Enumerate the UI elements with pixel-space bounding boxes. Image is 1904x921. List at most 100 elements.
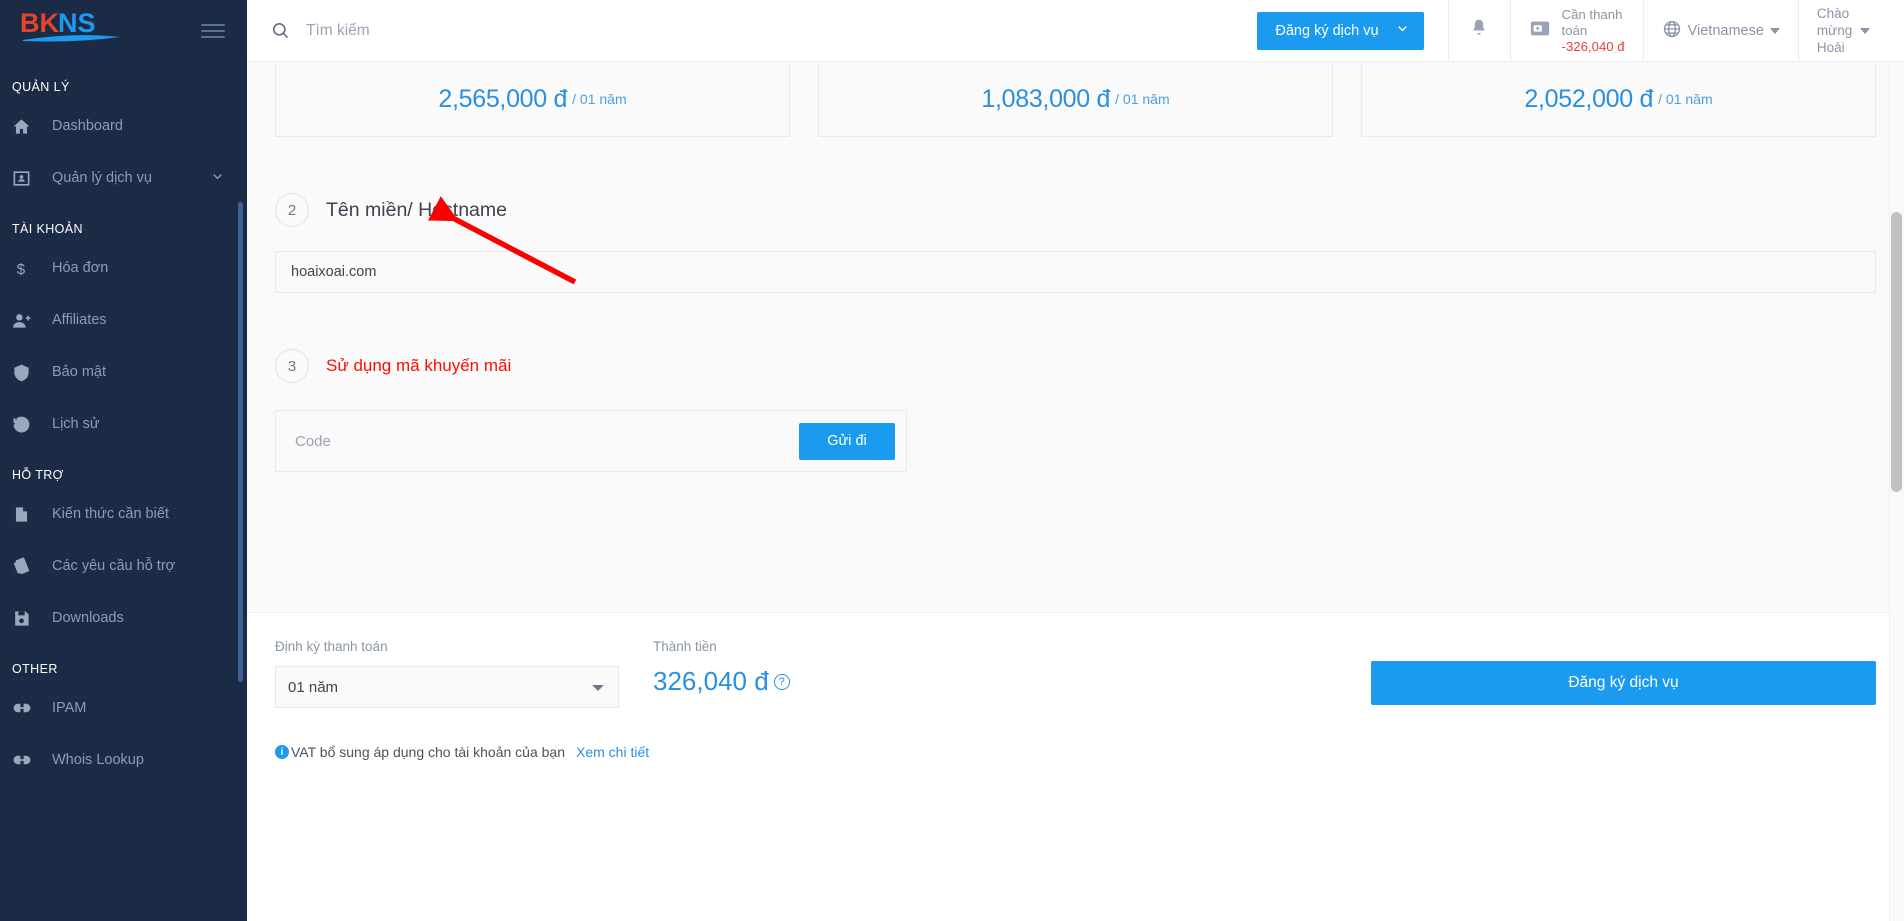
- chevron-down-icon[interactable]: [210, 169, 225, 188]
- info-icon: i: [275, 745, 289, 759]
- search-icon[interactable]: [271, 21, 290, 40]
- sidebar-item-affiliates[interactable]: Affiliates: [0, 294, 247, 346]
- sidebar-scrollbar-track[interactable]: [238, 62, 245, 682]
- link-icon: [12, 750, 52, 770]
- sidebar-item-whois-lookup[interactable]: Whois Lookup: [0, 734, 247, 786]
- submit-column: Đăng ký dịch vụ: [1033, 639, 1876, 705]
- price-period: / 01 năm: [1658, 91, 1713, 107]
- bell-icon: [1469, 18, 1489, 43]
- greeting-line-2: mừng: [1816, 23, 1853, 38]
- main-area: Đăng ký dịch vụ Cần thanh toán -326,040 …: [247, 0, 1904, 921]
- total-amount: 326,040 đ: [653, 666, 769, 696]
- sidebar-item-downloads[interactable]: Downloads: [0, 592, 247, 644]
- caret-down-icon: [1860, 28, 1870, 35]
- sidebar-item-label: Affiliates: [52, 312, 107, 328]
- user-greeting-text: Chào mừng Hoài: [1817, 5, 1870, 56]
- notifications-button[interactable]: [1447, 0, 1510, 61]
- sidebar-item-kien-thuc-can-biet[interactable]: Kiến thức cần biết: [0, 488, 247, 540]
- payment-due-text: Cần thanh toán -326,040 đ: [1562, 7, 1625, 55]
- page-scrollbar-thumb[interactable]: [1891, 212, 1902, 492]
- billing-term-select[interactable]: 01 năm: [275, 666, 619, 708]
- submit-order-button[interactable]: Đăng ký dịch vụ: [1371, 661, 1876, 705]
- sidebar-item-label: Hóa đơn: [52, 260, 109, 276]
- search-container: [247, 0, 1257, 61]
- sidebar-item-hoa-don[interactable]: $ Hóa đơn: [0, 242, 247, 294]
- dollar-icon: $: [12, 259, 52, 278]
- sidebar-item-label: IPAM: [52, 700, 87, 716]
- language-label: Vietnamese: [1687, 22, 1764, 39]
- chevron-down-icon: [1395, 21, 1410, 40]
- id-card-icon: [12, 169, 52, 188]
- promo-code-submit-button[interactable]: Gửi đi: [799, 422, 895, 460]
- sidebar-item-ipam[interactable]: IPAM: [0, 682, 247, 734]
- sidebar-scrollbar-thumb[interactable]: [238, 202, 243, 682]
- total-column: Thành tiền 326,040 đ ?: [653, 639, 1033, 697]
- step-2-header: 2 Tên miền/ Hostname: [275, 193, 1876, 227]
- shield-icon: [12, 363, 52, 382]
- sidebar-brand-row: BK NS: [0, 0, 247, 62]
- promo-code-input[interactable]: [276, 432, 799, 450]
- sidebar-item-label: Lịch sử: [52, 416, 100, 432]
- payment-due-label-1: Cần thanh: [1561, 6, 1623, 22]
- sidebar-item-cac-yeu-cau-ho-tro[interactable]: Các yêu cầu hỗ trợ: [0, 540, 247, 592]
- search-input[interactable]: [306, 21, 626, 40]
- sidebar-item-label: Bảo mật: [52, 364, 106, 380]
- total-label: Thành tiền: [653, 639, 717, 654]
- app-root: BK NS QUẢN LÝ Dashboard Quản lý dịch vụ …: [0, 0, 1904, 921]
- sidebar-section-title: HỖ TRỢ: [12, 468, 64, 482]
- content-inner: 2,565,000 đ / 01 năm 1,083,000 đ / 01 nă…: [247, 62, 1904, 472]
- price-period: / 01 năm: [572, 91, 627, 107]
- vat-note-row: i VAT bổ sung áp dụng cho tài khoản của …: [275, 744, 1876, 760]
- sidebar-section-title: OTHER: [12, 662, 58, 676]
- price-period: / 01 năm: [1115, 91, 1170, 107]
- step-3-number: 3: [275, 349, 309, 383]
- price-card[interactable]: 2,565,000 đ / 01 năm: [275, 62, 790, 137]
- checkout-grid: Định kỳ thanh toán 01 năm Thành tiền 326…: [275, 639, 1876, 708]
- sidebar-section-title: QUẢN LÝ: [12, 80, 70, 94]
- save-icon: [12, 609, 52, 628]
- sidebar-section-title: TÀI KHOẢN: [12, 222, 83, 236]
- hostname-input[interactable]: [275, 251, 1876, 293]
- page-scrollbar-track[interactable]: [1889, 62, 1904, 921]
- document-icon: [12, 505, 52, 524]
- step-2-title: Tên miền/ Hostname: [326, 198, 507, 221]
- price-card[interactable]: 1,083,000 đ / 01 năm: [818, 62, 1333, 137]
- caret-down-icon: [1769, 27, 1780, 34]
- payment-due-button[interactable]: Cần thanh toán -326,040 đ: [1509, 0, 1643, 61]
- sidebar: BK NS QUẢN LÝ Dashboard Quản lý dịch vụ …: [0, 0, 247, 921]
- billing-term-column: Định kỳ thanh toán 01 năm: [275, 639, 653, 708]
- ticket-icon: [12, 556, 52, 576]
- sidebar-item-label: Dashboard: [52, 118, 123, 134]
- svg-text:$: $: [17, 261, 26, 278]
- billing-term-label: Định kỳ thanh toán: [275, 639, 388, 654]
- sidebar-item-bao-mat[interactable]: Bảo mật: [0, 346, 247, 398]
- sidebar-item-label: Kiến thức cần biết: [52, 506, 169, 522]
- question-icon[interactable]: ?: [773, 673, 790, 690]
- payment-due-label-2: toán: [1561, 22, 1588, 38]
- greeting-line-1: Chào: [1816, 6, 1850, 21]
- price-amount: 2,052,000 đ: [1524, 84, 1654, 113]
- vat-note-text: VAT bổ sung áp dụng cho tài khoản của bạ…: [291, 744, 565, 760]
- user-menu[interactable]: Chào mừng Hoài: [1797, 0, 1904, 61]
- sidebar-item-lich-su[interactable]: Lịch sử: [0, 398, 247, 450]
- sidebar-nav: QUẢN LÝ Dashboard Quản lý dịch vụ TÀI KH…: [0, 62, 247, 921]
- sidebar-item-quan-ly-dich-vu[interactable]: Quản lý dịch vụ: [0, 152, 247, 204]
- price-amount: 1,083,000 đ: [981, 84, 1111, 113]
- price-card[interactable]: 2,052,000 đ / 01 năm: [1361, 62, 1876, 137]
- step-3-title: Sử dụng mã khuyến mãi: [326, 356, 512, 375]
- top-header: Đăng ký dịch vụ Cần thanh toán -326,040 …: [247, 0, 1904, 62]
- bkns-logo[interactable]: BK NS: [20, 8, 132, 53]
- register-service-button[interactable]: Đăng ký dịch vụ: [1257, 11, 1424, 50]
- payment-due-amount: -326,040 đ: [1561, 38, 1625, 54]
- wallet-icon: [1529, 17, 1551, 44]
- language-selector[interactable]: Vietnamese: [1642, 0, 1798, 61]
- menu-toggle-icon[interactable]: [201, 24, 225, 38]
- sidebar-item-dashboard[interactable]: Dashboard: [0, 100, 247, 152]
- step-3-header: 3 Sử dụng mã khuyến mãi: [275, 349, 1876, 383]
- user-plus-icon: [12, 311, 52, 330]
- register-service-label: Đăng ký dịch vụ: [1275, 22, 1379, 39]
- step-2-number: 2: [275, 193, 309, 227]
- checkout-bottom-bar: Định kỳ thanh toán 01 năm Thành tiền 326…: [247, 612, 1904, 921]
- svg-text:BK: BK: [20, 10, 59, 38]
- vat-details-link[interactable]: Xem chi tiết: [576, 744, 649, 760]
